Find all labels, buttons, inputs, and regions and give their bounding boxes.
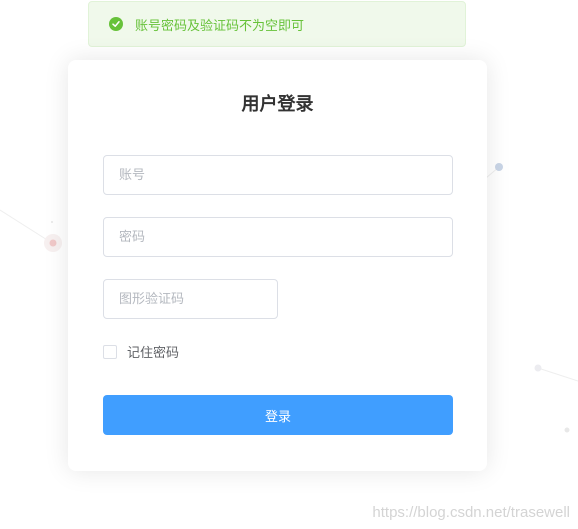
- remember-password[interactable]: 记住密码: [103, 342, 179, 361]
- password-input[interactable]: [103, 217, 453, 257]
- particle-dot: [51, 221, 53, 223]
- captcha-input[interactable]: [103, 279, 278, 319]
- particle-dot: [495, 163, 503, 171]
- remember-label: 记住密码: [127, 346, 180, 361]
- toast-message: 账号密码及验证码不为空即可: [135, 18, 305, 34]
- login-card: 用户登录 记住密码 登录: [68, 60, 487, 471]
- account-input[interactable]: [103, 155, 453, 195]
- watermark: https://blog.csdn.net/trasewell: [372, 504, 570, 521]
- login-title: 用户登录: [241, 94, 314, 115]
- particle-dot: [49, 239, 57, 247]
- particle-dot: [534, 364, 542, 372]
- particle-line: [0, 209, 53, 244]
- login-button[interactable]: 登录: [103, 395, 453, 435]
- success-check-icon: [109, 17, 123, 31]
- success-toast: 账号密码及验证码不为空即可: [88, 1, 466, 47]
- particle-line: [537, 367, 578, 382]
- particle-dot: [564, 427, 570, 433]
- remember-checkbox[interactable]: [103, 344, 117, 359]
